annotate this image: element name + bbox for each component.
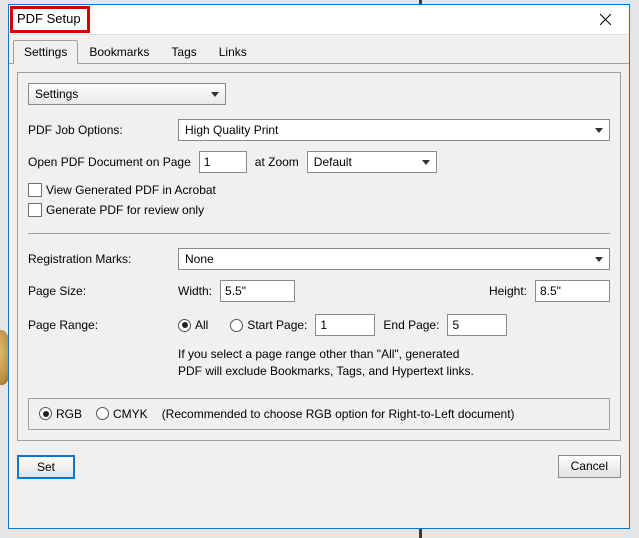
job-options-value: High Quality Print: [185, 123, 278, 137]
tab-bookmarks[interactable]: Bookmarks: [78, 40, 160, 64]
width-label: Width:: [178, 284, 212, 298]
close-icon: [600, 14, 611, 25]
rgb-label: RGB: [56, 407, 82, 421]
open-page-label: Open PDF Document on Page: [28, 155, 191, 169]
tab-tags[interactable]: Tags: [160, 40, 207, 64]
settings-panel: Settings PDF Job Options: High Quality P…: [17, 72, 621, 441]
chevron-down-icon: [595, 128, 603, 133]
cancel-button[interactable]: Cancel: [558, 455, 621, 478]
color-mode-group: RGB CMYK (Recommended to choose RGB opti…: [28, 398, 610, 430]
cmyk-label: CMYK: [113, 407, 148, 421]
pdf-setup-dialog: PDF Setup Settings Bookmarks Tags Links …: [8, 4, 630, 529]
height-label: Height:: [489, 284, 527, 298]
open-page-input[interactable]: [199, 151, 247, 173]
tab-content: Settings PDF Job Options: High Quality P…: [9, 64, 629, 449]
chevron-down-icon: [422, 160, 430, 165]
range-start-label: Start Page:: [247, 318, 307, 332]
page-range-label: Page Range:: [28, 318, 178, 332]
view-acrobat-label: View Generated PDF in Acrobat: [46, 183, 216, 197]
note-line: PDF will exclude Bookmarks, Tags, and Hy…: [178, 363, 610, 380]
chevron-down-icon: [595, 257, 603, 262]
range-all-label: All: [195, 318, 208, 332]
range-start-radio[interactable]: Start Page:: [230, 318, 307, 332]
page-range-note: If you select a page range other than "A…: [178, 346, 610, 380]
view-acrobat-checkbox[interactable]: View Generated PDF in Acrobat: [28, 183, 610, 197]
tab-settings[interactable]: Settings: [13, 40, 78, 64]
rgb-radio[interactable]: RGB: [39, 407, 82, 421]
tabstrip: Settings Bookmarks Tags Links: [9, 35, 629, 64]
start-page-input[interactable]: [315, 314, 375, 336]
page-size-label: Page Size:: [28, 284, 178, 298]
reg-marks-label: Registration Marks:: [28, 252, 178, 266]
end-page-label: End Page:: [383, 318, 439, 332]
job-options-dropdown[interactable]: High Quality Print: [178, 119, 610, 141]
reg-marks-dropdown[interactable]: None: [178, 248, 610, 270]
radio-icon: [178, 319, 191, 332]
review-only-label: Generate PDF for review only: [46, 203, 204, 217]
checkbox-icon: [28, 203, 42, 217]
radio-icon: [230, 319, 243, 332]
job-options-label: PDF Job Options:: [28, 123, 178, 137]
section-dropdown[interactable]: Settings: [28, 83, 226, 105]
button-bar: Set Cancel: [9, 449, 629, 487]
titlebar: PDF Setup: [9, 5, 629, 35]
range-all-radio[interactable]: All: [178, 318, 208, 332]
set-button[interactable]: Set: [17, 455, 75, 479]
tab-links[interactable]: Links: [208, 40, 258, 64]
height-input[interactable]: [535, 280, 610, 302]
cmyk-radio[interactable]: CMYK: [96, 407, 148, 421]
radio-icon: [39, 407, 52, 420]
close-button[interactable]: [589, 8, 621, 32]
radio-icon: [96, 407, 109, 420]
width-input[interactable]: [220, 280, 295, 302]
chevron-down-icon: [211, 92, 219, 97]
dialog-title: PDF Setup: [17, 11, 81, 26]
end-page-input[interactable]: [447, 314, 507, 336]
zoom-value: Default: [314, 155, 352, 169]
color-mode-note: (Recommended to choose RGB option for Ri…: [162, 407, 515, 421]
zoom-label: at Zoom: [255, 155, 299, 169]
dialog-title-highlight: PDF Setup: [10, 6, 90, 33]
reg-marks-value: None: [185, 252, 214, 266]
section-dropdown-label: Settings: [35, 87, 78, 101]
divider: [28, 233, 610, 234]
checkbox-icon: [28, 183, 42, 197]
review-only-checkbox[interactable]: Generate PDF for review only: [28, 203, 610, 217]
note-line: If you select a page range other than "A…: [178, 346, 610, 363]
zoom-dropdown[interactable]: Default: [307, 151, 437, 173]
